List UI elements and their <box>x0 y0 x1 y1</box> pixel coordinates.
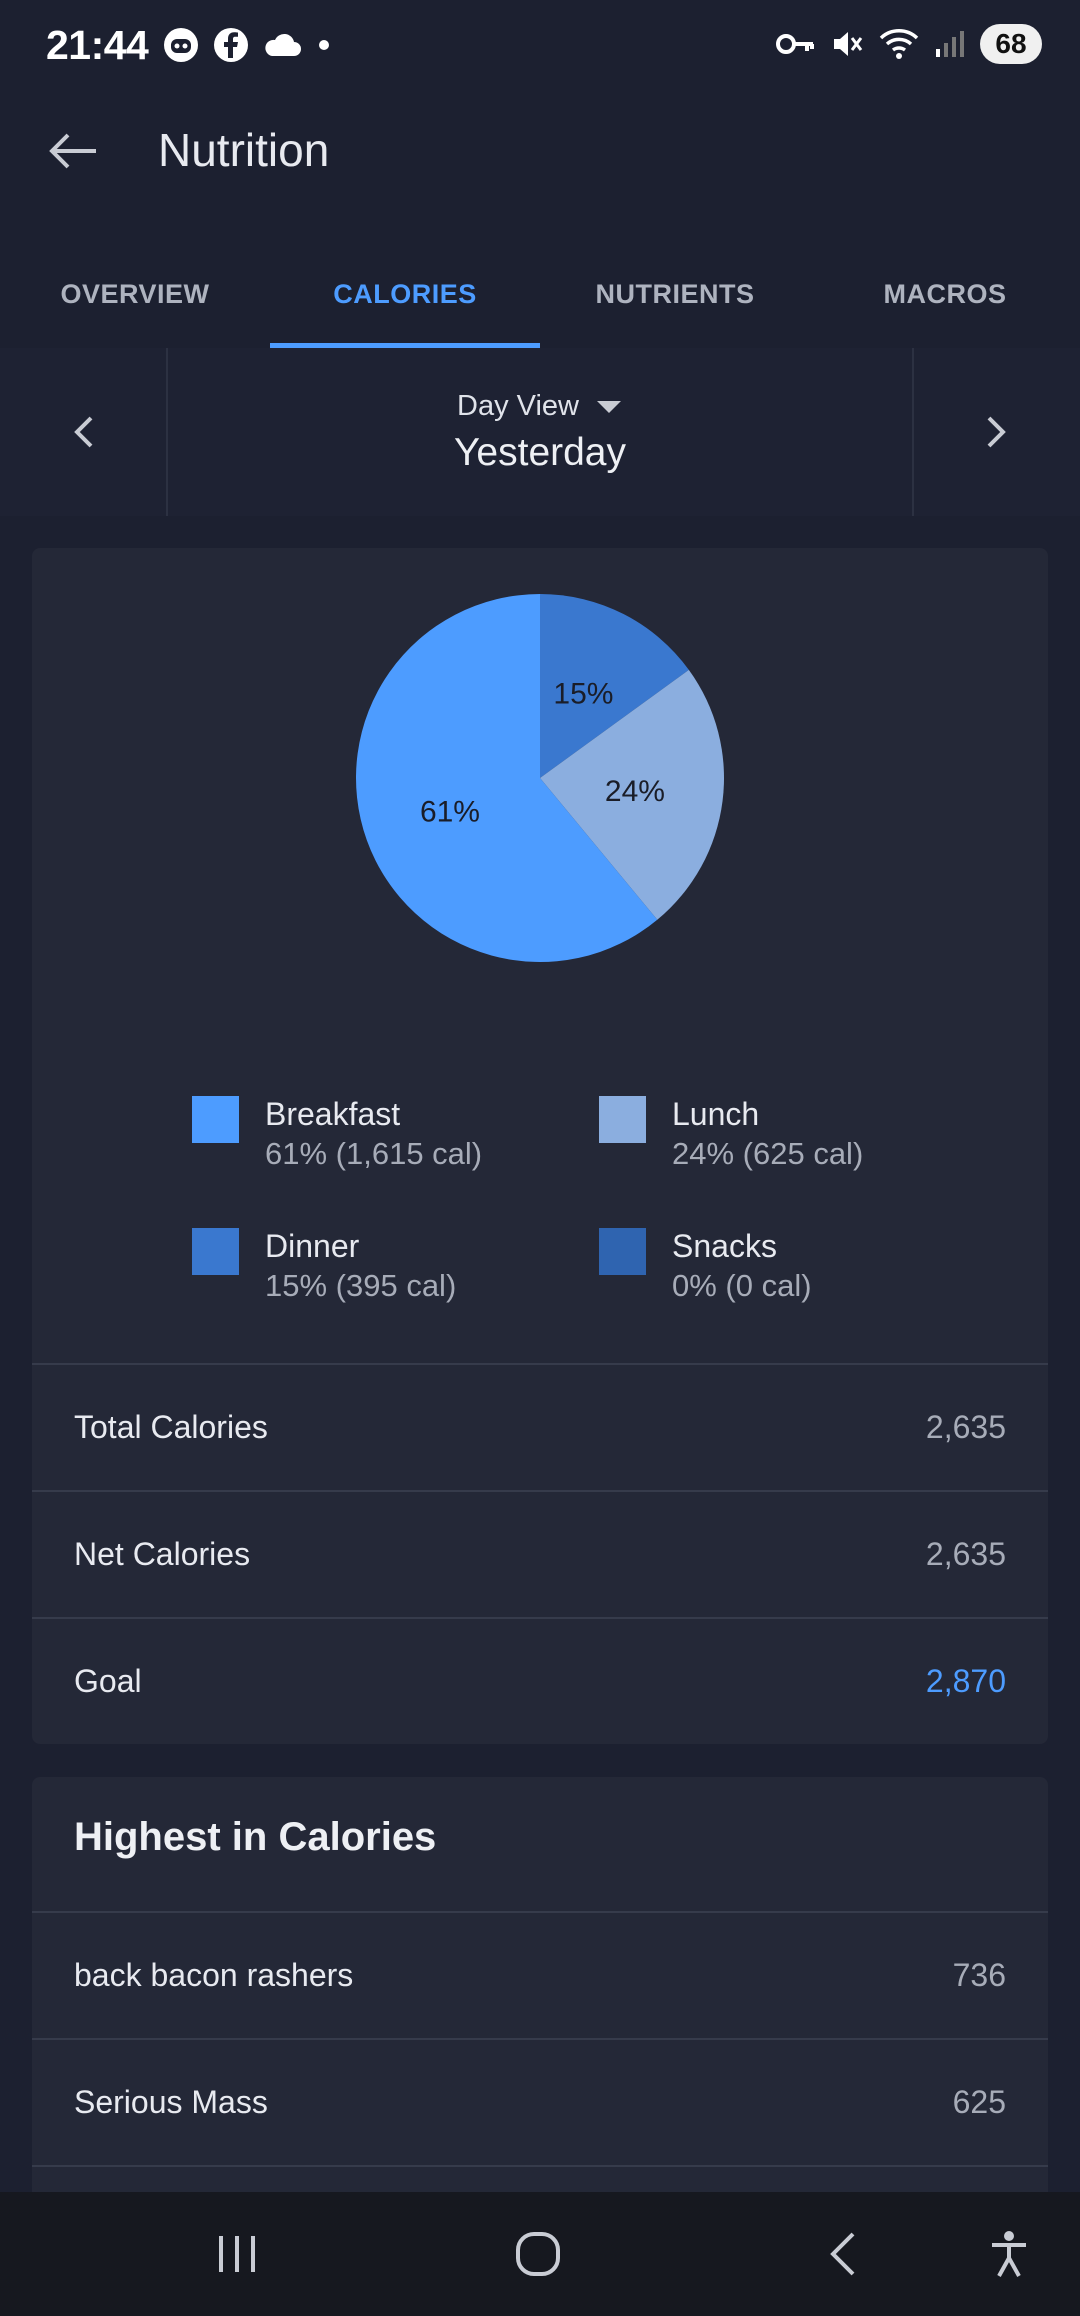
date-label: Yesterday <box>453 431 626 474</box>
legend-swatch <box>599 1096 646 1143</box>
highest-calories-card: Highest in Calories back bacon rashers 7… <box>32 1777 1048 2227</box>
accessibility-button[interactable] <box>964 2214 1054 2294</box>
goal-label: Goal <box>74 1663 142 1699</box>
food-name: back bacon rashers <box>74 1957 354 1993</box>
net-calories-value: 2,635 <box>925 1536 1006 1572</box>
back-button[interactable] <box>36 115 108 187</box>
legend-swatch <box>192 1228 239 1275</box>
legend-item-dinner: Dinner 15% (395 cal) <box>192 1228 592 1318</box>
app-bar: Nutrition <box>0 95 1080 205</box>
tab-nutrients[interactable]: NUTRIENTS <box>540 240 810 348</box>
signal-icon <box>936 31 964 57</box>
back-chevron-icon <box>830 2232 855 2276</box>
recent-apps-button[interactable] <box>192 2214 282 2294</box>
wifi-icon <box>879 29 919 59</box>
food-calories: 736 <box>952 1957 1006 1993</box>
chevron-right-icon <box>987 416 1006 448</box>
robot-icon <box>164 28 198 62</box>
legend-name: Snacks <box>672 1228 777 1264</box>
legend-item-lunch: Lunch 24% (625 cal) <box>599 1096 999 1186</box>
view-label: Day View <box>457 390 579 422</box>
home-button[interactable] <box>493 2214 583 2294</box>
tab-bar: OVERVIEW CALORIES NUTRIENTS MACROS <box>0 240 1080 348</box>
date-selector[interactable]: Day View Yesterday <box>170 348 910 516</box>
status-bar: 21:44 68 <box>0 0 1080 95</box>
total-calories-value: 2,635 <box>925 1409 1006 1445</box>
goal-value: 2,870 <box>925 1663 1006 1699</box>
food-name: Serious Mass <box>74 2084 268 2120</box>
food-row[interactable]: back bacon rashers 736 <box>32 1911 1048 2038</box>
highest-calories-title: Highest in Calories <box>74 1815 437 1859</box>
legend-value: 0% (0 cal) <box>672 1268 812 1303</box>
legend-value: 61% (1,615 cal) <box>265 1136 483 1171</box>
next-day-button[interactable] <box>912 348 1080 516</box>
system-nav-bar <box>0 2192 1080 2316</box>
screen: 21:44 68 Nutrition OVERVIEW CALORIES NUT… <box>0 0 1080 2316</box>
cloud-icon <box>265 33 301 56</box>
previous-day-button[interactable] <box>0 348 168 516</box>
food-row[interactable]: Serious Mass 625 <box>32 2038 1048 2165</box>
total-calories-label: Total Calories <box>74 1409 268 1445</box>
net-calories-row: Net Calories 2,635 <box>32 1490 1048 1617</box>
status-left-icons <box>162 26 334 64</box>
legend-item-breakfast: Breakfast 61% (1,615 cal) <box>192 1096 592 1186</box>
page-title: Nutrition <box>158 124 330 176</box>
chevron-left-icon <box>74 416 93 448</box>
system-back-button[interactable] <box>797 2214 887 2294</box>
key-icon <box>776 34 814 54</box>
accessibility-icon <box>992 2231 1026 2277</box>
legend-swatch <box>192 1096 239 1143</box>
legend-swatch <box>599 1228 646 1275</box>
legend-value: 24% (625 cal) <box>672 1136 864 1171</box>
tab-macros[interactable]: MACROS <box>810 240 1080 348</box>
goal-row: Goal 2,870 <box>32 1617 1048 1744</box>
date-navigator: Day View Yesterday <box>0 348 1080 516</box>
pie-svg: 15% 24% 61% <box>356 594 724 962</box>
legend-name: Breakfast <box>265 1096 401 1132</box>
pie-label-dinner: 15% <box>553 678 613 711</box>
pie-label-lunch: 24% <box>605 775 665 808</box>
dropdown-arrow-icon <box>596 400 621 413</box>
calories-card: 15% 24% 61% Breakfast 61% (1,615 cal) Lunc… <box>32 548 1048 1744</box>
battery-indicator: 68 <box>980 24 1042 64</box>
tab-overview[interactable]: OVERVIEW <box>0 240 270 348</box>
calories-pie-chart: 15% 24% 61% <box>354 592 726 964</box>
food-calories: 625 <box>952 2084 1006 2120</box>
view-selector[interactable]: Day View <box>457 390 623 423</box>
net-calories-label: Net Calories <box>74 1536 251 1572</box>
pie-label-breakfast: 61% <box>420 795 480 828</box>
recent-apps-icon <box>219 2236 255 2272</box>
legend-value: 15% (395 cal) <box>265 1268 457 1303</box>
legend-item-snacks: Snacks 0% (0 cal) <box>599 1228 999 1318</box>
mute-icon <box>834 32 863 56</box>
legend-name: Dinner <box>265 1228 360 1264</box>
dot-icon <box>319 40 329 50</box>
tab-calories[interactable]: CALORIES <box>270 240 540 348</box>
status-right-icons: 68 <box>776 24 1042 64</box>
total-calories-row: Total Calories 2,635 <box>32 1363 1048 1490</box>
status-time: 21:44 <box>46 22 149 68</box>
home-icon <box>516 2232 560 2276</box>
legend-name: Lunch <box>672 1096 760 1132</box>
arrow-left-icon <box>49 133 96 169</box>
facebook-icon <box>214 28 248 62</box>
